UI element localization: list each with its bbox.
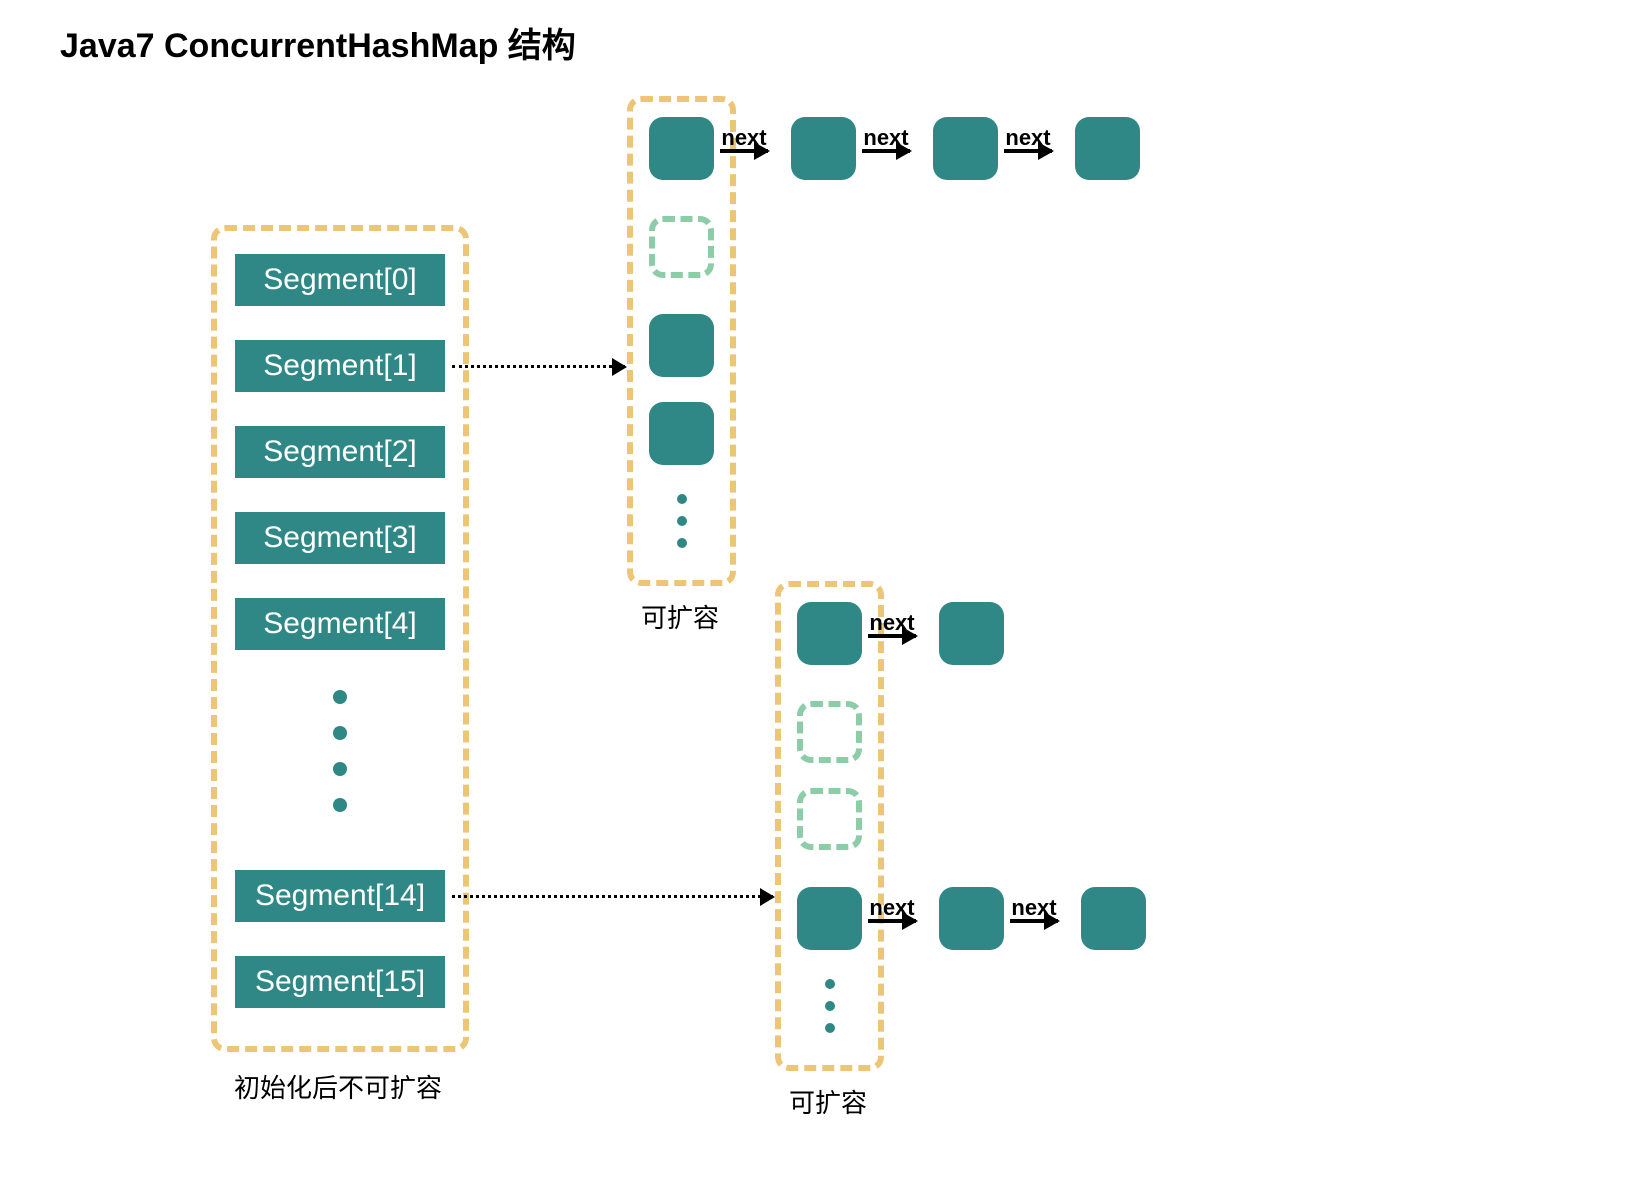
next-arrow: next <box>1004 125 1052 153</box>
diagram-title: Java7 ConcurrentHashMap 结构 <box>60 18 576 67</box>
segment-15: Segment[15] <box>235 956 445 1008</box>
segment-1: Segment[1] <box>235 340 445 392</box>
bucket-ellipsis <box>677 494 687 548</box>
next-arrow: next <box>1010 895 1058 923</box>
list-node <box>1081 887 1146 950</box>
segment-ellipsis <box>333 690 347 812</box>
list-node <box>933 117 998 180</box>
bucket-empty-node <box>797 788 862 850</box>
bucket-node <box>649 402 714 465</box>
bucket-caption-upper: 可扩容 <box>641 598 719 635</box>
next-arrow: next <box>868 895 916 923</box>
bucket-node <box>649 314 714 377</box>
segment-array-caption: 初始化后不可扩容 <box>234 1068 442 1105</box>
bucket-node <box>797 887 862 950</box>
pointer-arrow <box>452 365 625 368</box>
segment-3: Segment[3] <box>235 512 445 564</box>
next-arrow: next <box>862 125 910 153</box>
bucket-caption-lower: 可扩容 <box>789 1083 867 1120</box>
next-arrow: next <box>720 125 768 153</box>
segment-2: Segment[2] <box>235 426 445 478</box>
bucket-node <box>797 602 862 665</box>
bucket-ellipsis <box>825 979 835 1033</box>
next-arrow: next <box>868 610 916 638</box>
list-node <box>791 117 856 180</box>
list-node <box>1075 117 1140 180</box>
segment-0: Segment[0] <box>235 254 445 306</box>
segment-4: Segment[4] <box>235 598 445 650</box>
list-node <box>939 602 1004 665</box>
list-node <box>939 887 1004 950</box>
bucket-empty-node <box>649 216 714 278</box>
bucket-empty-node <box>797 701 862 763</box>
pointer-arrow <box>452 895 773 898</box>
segment-14: Segment[14] <box>235 870 445 922</box>
bucket-node <box>649 117 714 180</box>
